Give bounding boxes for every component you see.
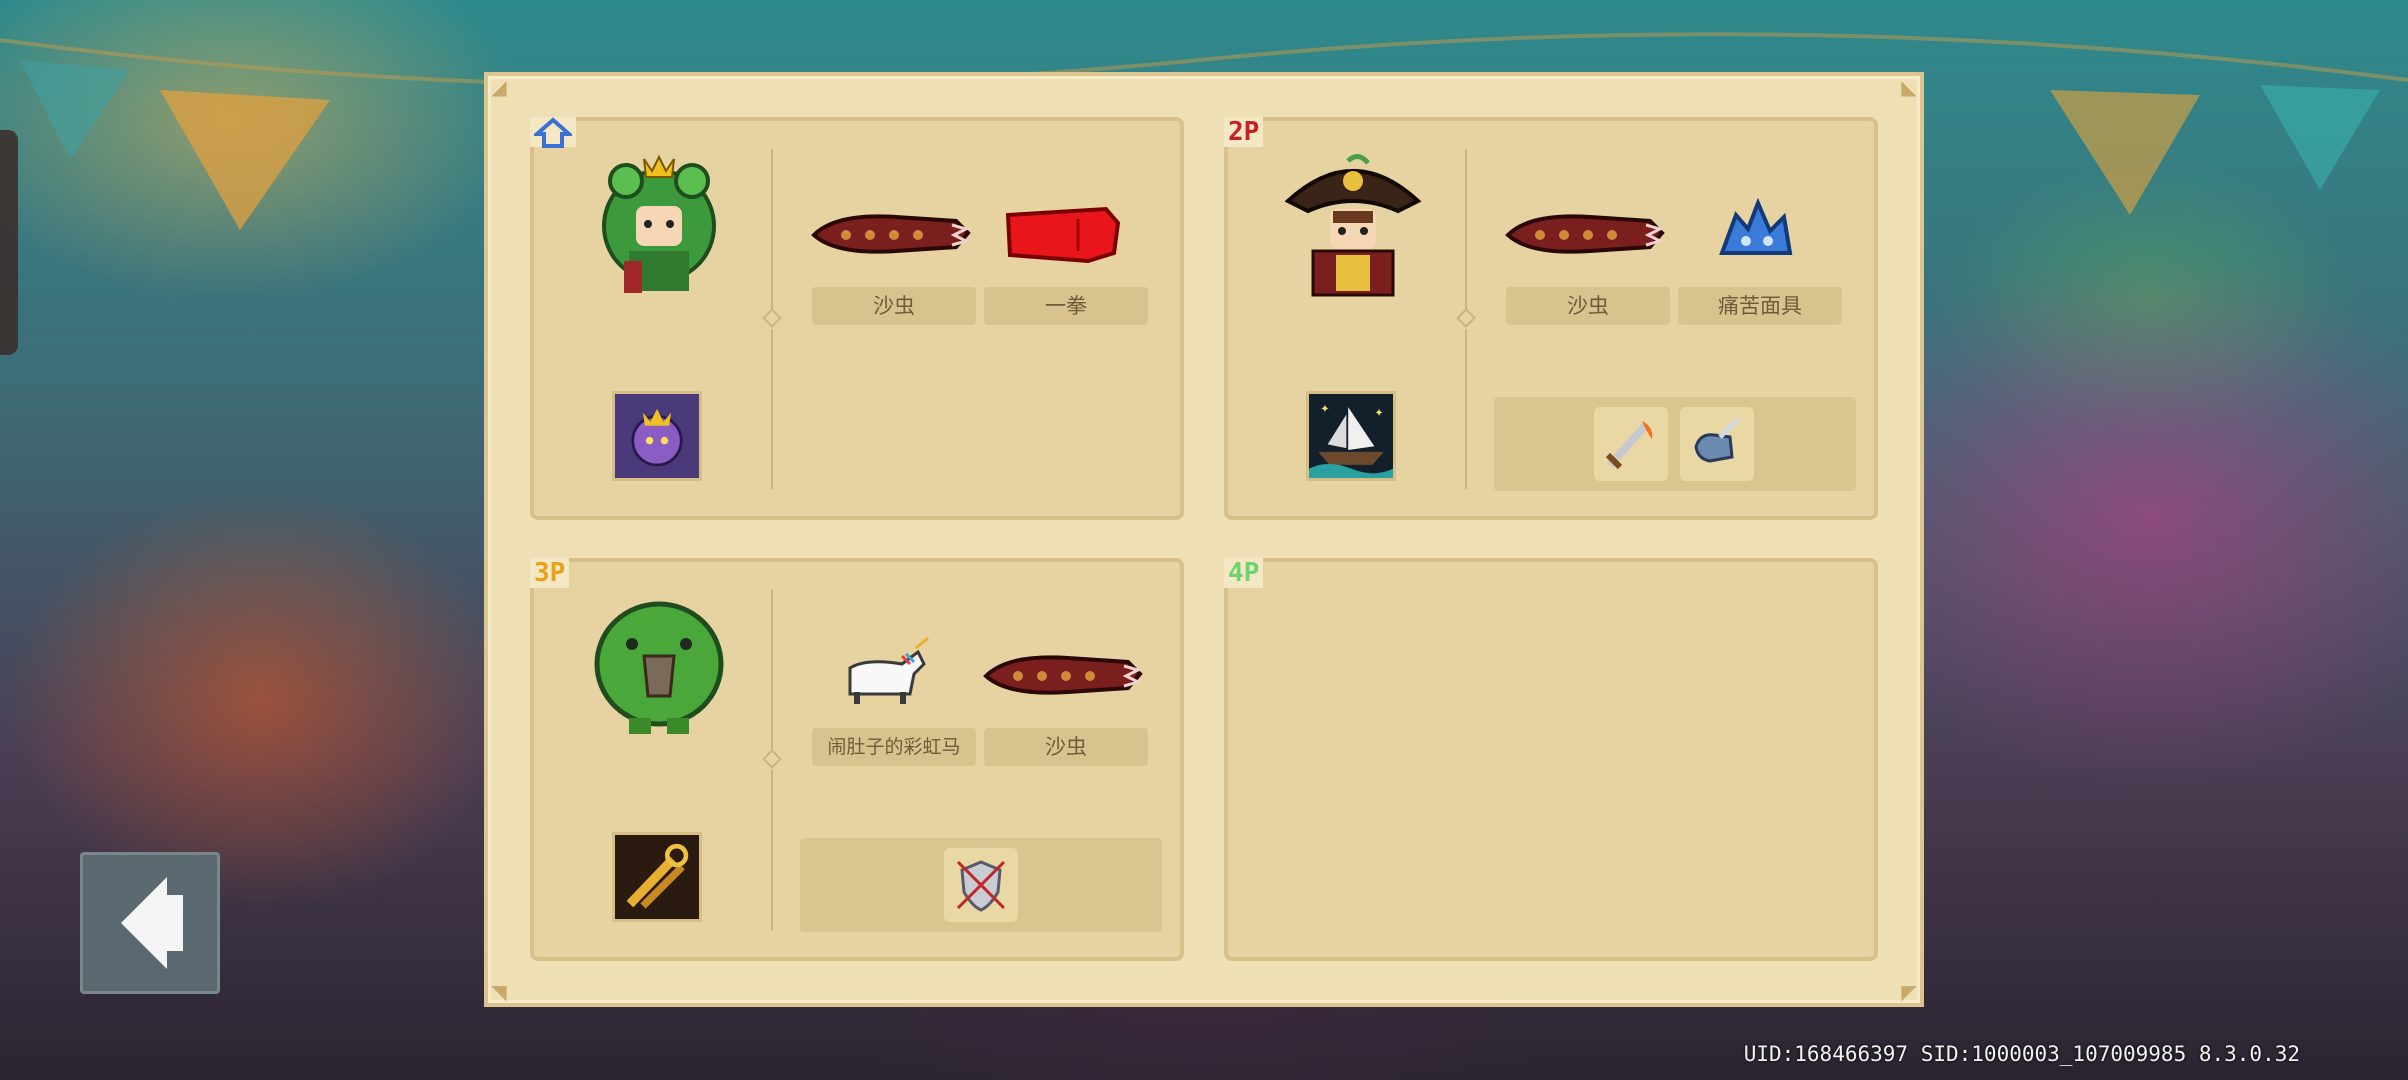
- pet-golden-keys-icon[interactable]: [612, 832, 702, 922]
- character-green-dino-blob[interactable]: [584, 592, 734, 742]
- red-fist-weapon-icon[interactable]: [978, 193, 1146, 273]
- player-badge-2: 2P: [1224, 117, 1264, 147]
- corner-ornament: ◤: [1901, 980, 1917, 1004]
- corner-ornament: ◢: [491, 75, 507, 99]
- buff-bar: [1494, 397, 1856, 491]
- player-badge-3: 3P: [530, 558, 570, 588]
- shield-crest-buff-icon[interactable]: [944, 848, 1018, 922]
- player-card-4-empty: 4P: [1224, 558, 1878, 961]
- character-pirate-captain[interactable]: [1278, 151, 1428, 301]
- character-frog-hood-knight[interactable]: [584, 151, 734, 301]
- pet-ghost-ship-icon[interactable]: ✦ ✦: [1306, 391, 1396, 481]
- weapon-label: 闹肚子的彩虹马: [812, 728, 976, 766]
- weapon-label: 沙虫: [1506, 287, 1670, 325]
- sandworm-weapon-icon[interactable]: [978, 634, 1146, 714]
- weapon-label: 沙虫: [812, 287, 976, 325]
- player-badge-4: 4P: [1224, 558, 1264, 588]
- player-card-2: 2P ✦ ✦ 沙虫 痛苦面具: [1224, 117, 1878, 520]
- home-icon: [531, 117, 575, 148]
- weapon-label: 痛苦面具: [1678, 287, 1842, 325]
- team-loadout-panel: ◢ ◣ ◥ ◤ 沙虫 一拳 2P ✦ ✦ 沙虫 痛苦面具 3P 闹肚子的彩虹马 …: [484, 72, 1924, 1007]
- player-card-1: 沙虫 一拳: [530, 117, 1184, 520]
- player-card-3: 3P 闹肚子的彩虹马 沙虫: [530, 558, 1184, 961]
- back-button[interactable]: [80, 852, 220, 994]
- weapon-label: 沙虫: [984, 728, 1148, 766]
- weapon-label: 一拳: [984, 287, 1148, 325]
- buff-bar: [800, 838, 1162, 932]
- corner-ornament: ◥: [491, 980, 507, 1004]
- card-divider: [1456, 149, 1476, 489]
- svg-text:✦: ✦: [1320, 403, 1329, 416]
- player-badge-1: [530, 117, 576, 148]
- card-divider: [762, 590, 782, 930]
- corner-ornament: ◣: [1901, 75, 1917, 99]
- sandworm-weapon-icon[interactable]: [806, 193, 974, 273]
- uid-sid-version-text: UID:168466397 SID:1000003_107009985 8.3.…: [1743, 1042, 2300, 1066]
- blue-crystal-mask-icon[interactable]: [1672, 193, 1840, 273]
- pet-purple-crowned-icon[interactable]: [612, 391, 702, 481]
- back-arrow-icon: [121, 877, 183, 969]
- svg-text:✦: ✦: [1374, 406, 1383, 419]
- rainbow-unicorn-icon[interactable]: [806, 634, 974, 714]
- blade-gauntlet-buff-icon[interactable]: [1680, 407, 1754, 481]
- card-divider: [762, 149, 782, 489]
- sandworm-weapon-icon[interactable]: [1500, 193, 1668, 273]
- side-drawer-tab[interactable]: [0, 130, 18, 355]
- flame-sword-buff-icon[interactable]: [1594, 407, 1668, 481]
